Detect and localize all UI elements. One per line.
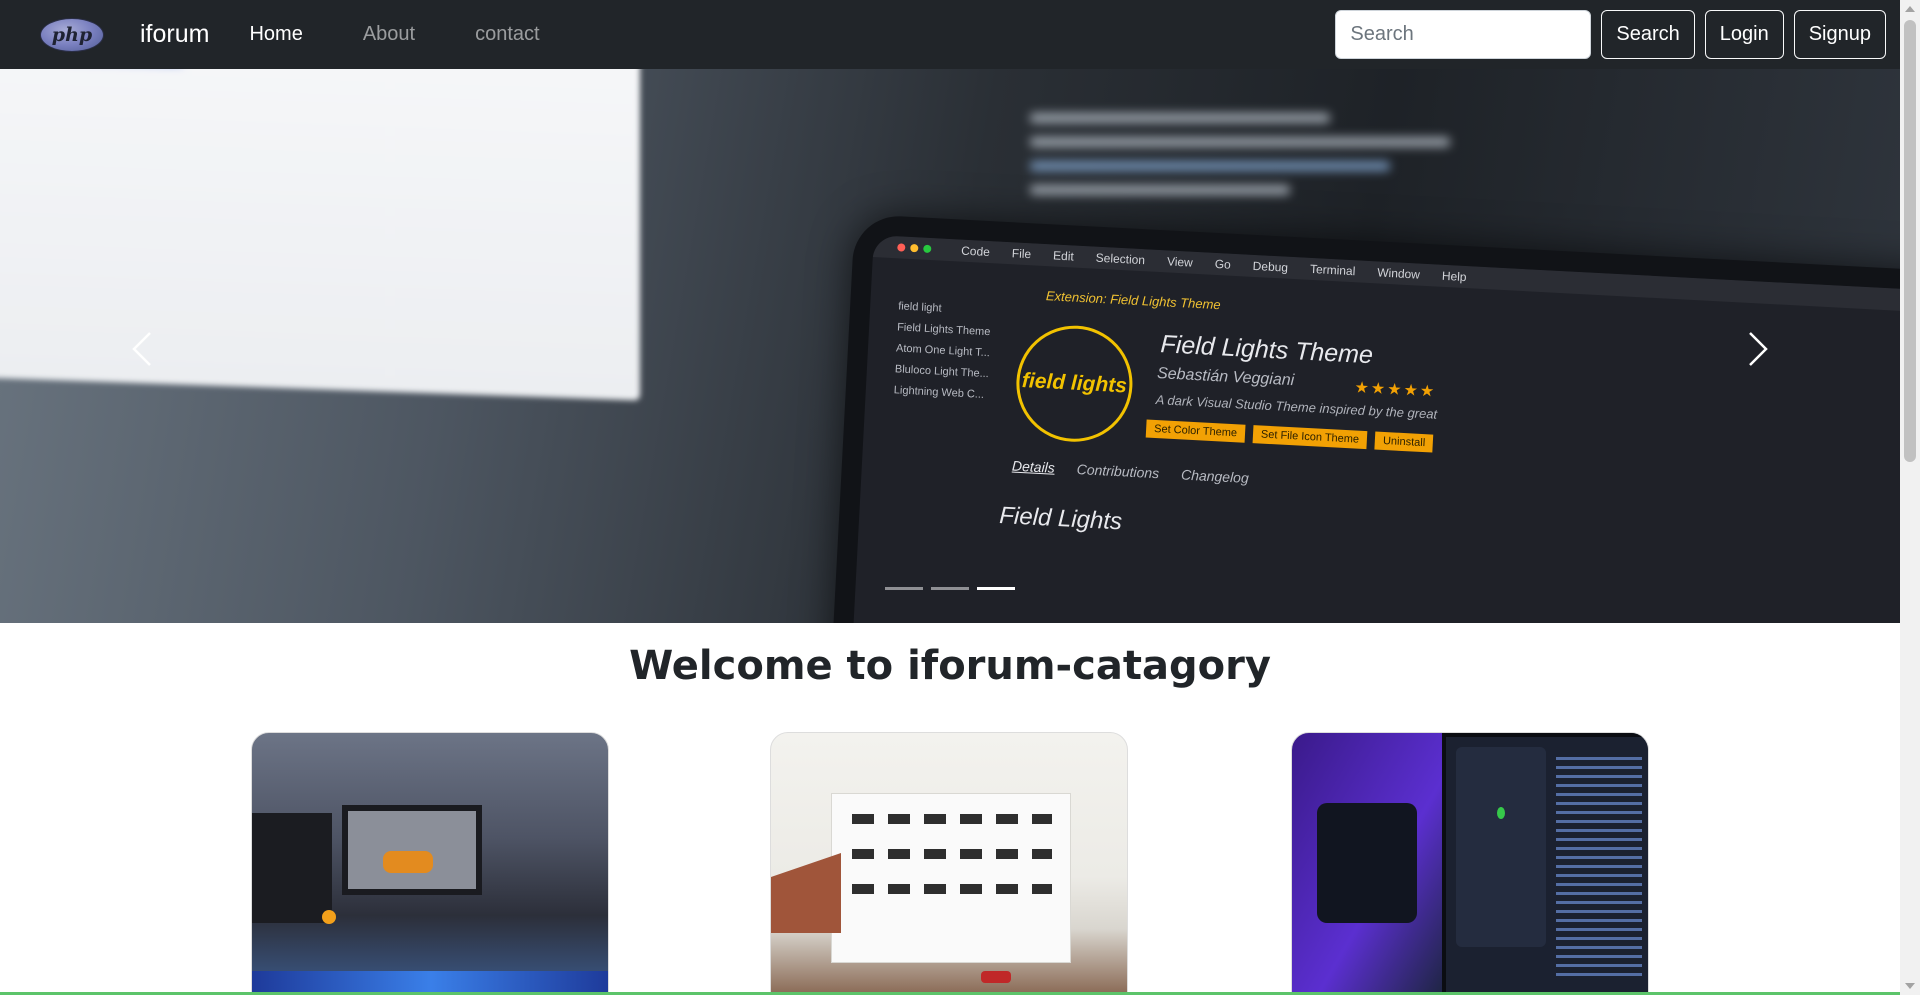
laptop-screen: Code File Edit Selection View Go Debug T…	[848, 235, 1900, 623]
carousel-indicator-1[interactable]	[885, 587, 923, 590]
card-roof-shape	[771, 853, 841, 933]
hero-carousel: Code File Edit Selection View Go Debug T…	[0, 69, 1900, 623]
field-lights-logo: field lights	[1013, 322, 1136, 445]
field-lights-logo-text: field lights	[1021, 368, 1128, 398]
menu-item: Go	[1214, 256, 1232, 272]
theme-button: Set Color Theme	[1145, 419, 1246, 443]
laptop-image: Code File Edit Selection View Go Debug T…	[827, 214, 1900, 623]
menu-item: Terminal	[1309, 261, 1356, 279]
category-cards	[0, 732, 1900, 995]
theme-author: Sebastián Veggiani	[1156, 365, 1295, 390]
card-windows-shape	[852, 884, 1052, 894]
menu-item: Edit	[1052, 248, 1075, 264]
menu-item: Help	[1441, 268, 1467, 285]
scroll-thumb[interactable]	[1904, 20, 1916, 462]
carousel-next-button[interactable]	[1728, 319, 1788, 379]
menu-item: Code	[960, 243, 991, 260]
chevron-left-icon	[132, 332, 151, 366]
card-red-car-shape	[981, 971, 1011, 983]
login-button[interactable]: Login	[1704, 10, 1784, 59]
logo-text: php	[51, 23, 93, 46]
extension-tabs: Details Contributions Changelog	[1012, 458, 1250, 486]
page-title: Welcome to iforum-catagory	[629, 643, 1271, 689]
page: php iforum Home About contact Search Log…	[0, 0, 1920, 995]
card-building-shape	[831, 793, 1071, 963]
category-card-image[interactable]	[1291, 732, 1649, 995]
search-button[interactable]: Search	[1601, 10, 1695, 59]
card-lamp-shape	[322, 910, 336, 924]
signup-button[interactable]: Signup	[1793, 10, 1886, 59]
carousel-indicator-2[interactable]	[931, 587, 969, 590]
carousel-indicator-3[interactable]	[977, 587, 1015, 590]
rating-stars: ★★★★★	[1354, 379, 1437, 401]
extension-tab: Contributions	[1076, 460, 1160, 482]
search-input[interactable]	[1335, 10, 1592, 59]
card-tablet-shape	[1442, 733, 1648, 994]
card-monitor-shape	[342, 805, 482, 895]
card-mug-shape	[1317, 803, 1417, 923]
extension-tab-title: Extension: Field Lights Theme	[1045, 288, 1222, 313]
extension-tab: Details	[1011, 457, 1056, 476]
card-flame-shape	[1497, 807, 1505, 819]
extension-list: field light Field Lights Theme Atom One …	[893, 296, 1018, 407]
card-phone-shape	[1456, 747, 1546, 947]
nav-links: Home About contact	[249, 23, 599, 46]
nav-home-link[interactable]: Home	[249, 23, 302, 46]
chevron-right-icon	[1749, 332, 1768, 366]
brand-link[interactable]: iforum	[140, 20, 209, 49]
card-windows-shape	[852, 849, 1052, 859]
card-windows-shape	[852, 814, 1052, 824]
extension-tab: Changelog	[1180, 466, 1250, 486]
page-scrollbar[interactable]	[1900, 0, 1920, 995]
background-monitor	[0, 69, 640, 401]
menu-item: Selection	[1095, 250, 1146, 268]
theme-button: Uninstall	[1374, 431, 1434, 453]
menu-item: File	[1011, 246, 1032, 262]
nav-actions: Search Login Signup	[1335, 10, 1886, 59]
scroll-down-icon[interactable]	[1905, 983, 1915, 989]
php-logo[interactable]: php	[40, 17, 104, 52]
menu-item: Window	[1376, 265, 1421, 282]
menu-item: View	[1166, 254, 1194, 270]
menu-item: Debug	[1252, 258, 1289, 275]
category-card-image[interactable]	[251, 732, 609, 995]
card-code-shape	[1556, 757, 1642, 977]
nav-about-link[interactable]: About	[363, 23, 415, 46]
theme-name: Field Lights Theme	[1159, 330, 1374, 370]
theme-button: Set File Icon Theme	[1252, 425, 1368, 450]
theme-buttons: Set Color Theme Set File Icon Theme Unin…	[1145, 419, 1434, 453]
category-card-image[interactable]	[770, 732, 1128, 995]
readme-heading: Field Lights	[998, 501, 1123, 536]
navbar: php iforum Home About contact Search Log…	[0, 0, 1900, 69]
window-dots	[897, 243, 932, 254]
card-laptop-shape	[252, 813, 332, 923]
card-car-shape	[383, 851, 433, 873]
carousel-indicators	[885, 587, 1015, 590]
nav-contact-link[interactable]: contact	[475, 23, 539, 46]
scroll-up-icon[interactable]	[1905, 6, 1915, 12]
carousel-prev-button[interactable]	[112, 319, 172, 379]
